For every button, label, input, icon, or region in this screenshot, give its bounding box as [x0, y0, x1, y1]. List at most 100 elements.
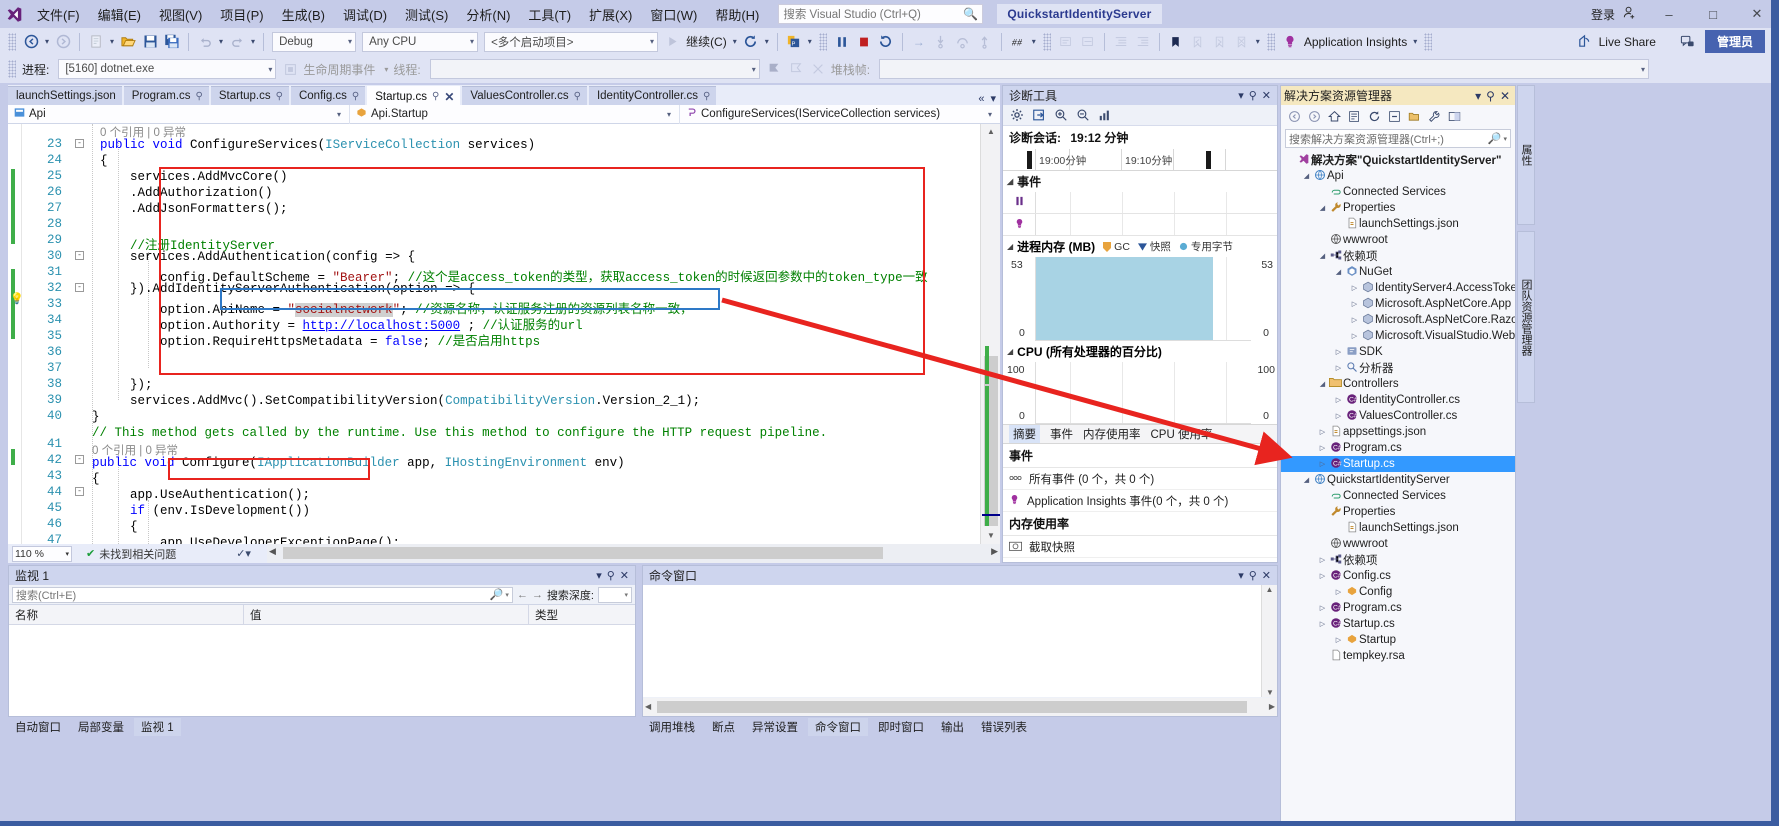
command-window-vertical-scrollbar[interactable]: ▲ ▼ [1261, 585, 1277, 697]
fold-toggle-icon[interactable]: - [75, 283, 84, 292]
process-combo[interactable]: [5160] dotnet.exe ▾ [58, 59, 277, 79]
tab-identitycontroller-cs[interactable]: IdentityController.cs ⚲ [588, 86, 717, 105]
collapsed-triangle-icon[interactable]: ▷ [1333, 348, 1344, 356]
navigate-backward-dropdown-icon[interactable]: ▾ [42, 37, 52, 46]
tree-item[interactable]: ▷ appsettings.json [1281, 424, 1515, 440]
tab-valuescontroller-cs[interactable]: ValuesController.cs ⚲ [462, 86, 587, 105]
forward-icon[interactable] [1306, 108, 1323, 125]
settings-gear-icon[interactable] [1007, 106, 1027, 124]
close-icon[interactable]: ✕ [1500, 89, 1510, 103]
tree-item[interactable]: ▷ Microsoft.AspNetCore.Razor.D [1281, 312, 1515, 328]
timeline-ruler[interactable]: 19:00分钟 19:10分钟 [1003, 149, 1277, 171]
restart-debug-icon[interactable] [875, 31, 897, 53]
collapsed-triangle-icon[interactable]: ▷ [1333, 364, 1344, 372]
tab-startup-cs-1[interactable]: Startup.cs ⚲ [210, 86, 289, 105]
pending-changes-icon[interactable] [1346, 108, 1363, 125]
lifecycle-events-label[interactable]: 生命周期事件 [301, 61, 381, 78]
collapsed-triangle-icon[interactable]: ▷ [1317, 572, 1328, 580]
stackframe-combo[interactable]: ▾ [879, 59, 1650, 79]
pin-icon[interactable]: ⚲ [703, 91, 710, 102]
global-search-input[interactable]: 搜索 Visual Studio (Ctrl+Q) 🔍 [778, 4, 984, 24]
properties-icon[interactable] [1426, 108, 1443, 125]
memory-chart[interactable]: 53 0 53 0 [1003, 257, 1277, 341]
bottom-tab-immediate-window[interactable]: 即时窗口 [871, 718, 931, 736]
pin-icon[interactable]: ⚲ [352, 91, 359, 102]
cpu-chart[interactable]: 100 0 100 0 [1003, 362, 1277, 424]
bottom-tab-locals[interactable]: 局部变量 [71, 718, 131, 736]
tree-item[interactable]: ◢ NuGet [1281, 264, 1515, 280]
previous-bookmark-icon[interactable] [1187, 31, 1209, 53]
pin-icon[interactable]: ⚲ [196, 91, 203, 102]
collapsed-triangle-icon[interactable]: ▷ [1317, 428, 1328, 436]
feedback-icon[interactable] [1677, 31, 1699, 53]
app-insights-dropdown-icon[interactable]: ▾ [1410, 37, 1420, 46]
tab-launchsettings-json[interactable]: launchSettings.json [8, 86, 122, 105]
collapsed-triangle-icon[interactable]: ▷ [1317, 556, 1328, 564]
tab-config-cs[interactable]: Config.cs ⚲ [290, 86, 366, 105]
thread-combo[interactable]: ▾ [429, 59, 760, 79]
bottom-tab-autos[interactable]: 自动窗口 [8, 718, 68, 736]
menu-view[interactable]: 视图(V) [150, 1, 211, 28]
sign-in-label[interactable]: 登录 [1587, 6, 1619, 23]
expanded-triangle-icon[interactable]: ◢ [1317, 380, 1328, 388]
tree-item[interactable]: ◢ QuickstartIdentityServer [1281, 472, 1515, 488]
new-project-icon[interactable] [85, 31, 107, 53]
tab-overflow-icon[interactable]: « [978, 93, 984, 105]
scroll-up-icon[interactable]: ▲ [981, 124, 1000, 140]
collapsed-triangle-icon[interactable]: ▷ [1349, 284, 1360, 292]
redo-dropdown-icon[interactable]: ▾ [248, 37, 258, 46]
nav-type-combo[interactable]: Api.Startup ▾ [350, 104, 680, 124]
step-over-icon[interactable] [952, 31, 974, 53]
pin-icon[interactable]: ⚲ [1249, 89, 1257, 102]
fold-toggle-icon[interactable]: - [75, 139, 84, 148]
solution-configuration-combo[interactable]: Debug ▾ [272, 31, 357, 52]
tree-item[interactable]: ▷ Microsoft.VisualStudio.Web.C [1281, 328, 1515, 344]
pin-icon[interactable]: ⚲ [1486, 89, 1495, 103]
increase-indent-icon[interactable] [1132, 31, 1154, 53]
expanded-triangle-icon[interactable]: ◢ [1317, 204, 1328, 212]
navigate-backward-button[interactable] [20, 31, 42, 53]
toolbar-grip[interactable] [8, 32, 16, 51]
export-icon[interactable] [1029, 106, 1049, 124]
tree-item[interactable]: launchSettings.json [1281, 520, 1515, 536]
outlining-margin[interactable]: - - - - - [70, 124, 92, 544]
bookmark-dropdown-icon[interactable]: ▾ [1253, 37, 1263, 46]
expanded-triangle-icon[interactable]: ◢ [1333, 268, 1344, 276]
hex-display-icon[interactable]: # # [1007, 31, 1029, 53]
bottom-tab-callstack[interactable]: 调用堆栈 [642, 718, 702, 736]
uncomment-icon[interactable] [1077, 31, 1099, 53]
startup-project-combo[interactable]: <多个启动项目> ▾ [484, 31, 659, 52]
timeline-playhead[interactable] [1027, 151, 1032, 169]
tab-startup-cs-active[interactable]: Startup.cs ⚲ ✕ [367, 86, 461, 105]
toolbar2-grip[interactable] [8, 60, 16, 78]
lightbulb-icon[interactable] [1279, 31, 1301, 53]
menu-window[interactable]: 窗口(W) [641, 1, 706, 28]
close-icon[interactable]: ✕ [1262, 89, 1271, 102]
tree-item[interactable]: ▷ Microsoft.AspNetCore.App (2. [1281, 296, 1515, 312]
tree-item[interactable]: 解决方案"QuickstartIdentityServer" [1281, 152, 1515, 168]
hex-dropdown-icon[interactable]: ▾ [1029, 37, 1039, 46]
pin-icon[interactable]: ⚲ [276, 91, 283, 102]
bottom-tab-watch1[interactable]: 监视 1 [134, 718, 181, 736]
toolbar-grip-5[interactable] [1424, 32, 1433, 51]
pin-icon[interactable]: ⚲ [574, 91, 581, 102]
hscroll-left-icon[interactable]: ◀ [269, 546, 276, 557]
row-all-events[interactable]: 所有事件 (0 个，共 0 个) [1003, 468, 1277, 490]
menu-file[interactable]: 文件(F) [28, 1, 89, 28]
continue-label[interactable]: 继续(C) [683, 33, 730, 50]
undo-icon[interactable] [194, 31, 216, 53]
nav-member-combo[interactable]: ConfigureServices(IServiceCollection ser… [680, 105, 1000, 124]
show-all-files-icon[interactable] [1406, 108, 1423, 125]
break-all-icon[interactable] [831, 31, 853, 53]
cmd-hscroll-thumb[interactable] [657, 701, 1247, 713]
menu-test[interactable]: 测试(S) [396, 1, 457, 28]
tree-item[interactable]: wwwroot [1281, 536, 1515, 552]
side-tab-team-explorer[interactable]: 团队资源管理器 [1517, 231, 1535, 403]
home-icon[interactable] [1326, 108, 1343, 125]
collapsed-triangle-icon[interactable]: ▷ [1317, 604, 1328, 612]
fold-toggle-icon[interactable]: - [75, 455, 84, 464]
collapsed-triangle-icon[interactable]: ▷ [1333, 636, 1344, 644]
preview-icon[interactable] [1446, 108, 1463, 125]
collapsed-triangle-icon[interactable]: ▷ [1333, 412, 1344, 420]
events-section-header[interactable]: ◢ 事件 [1003, 171, 1277, 192]
